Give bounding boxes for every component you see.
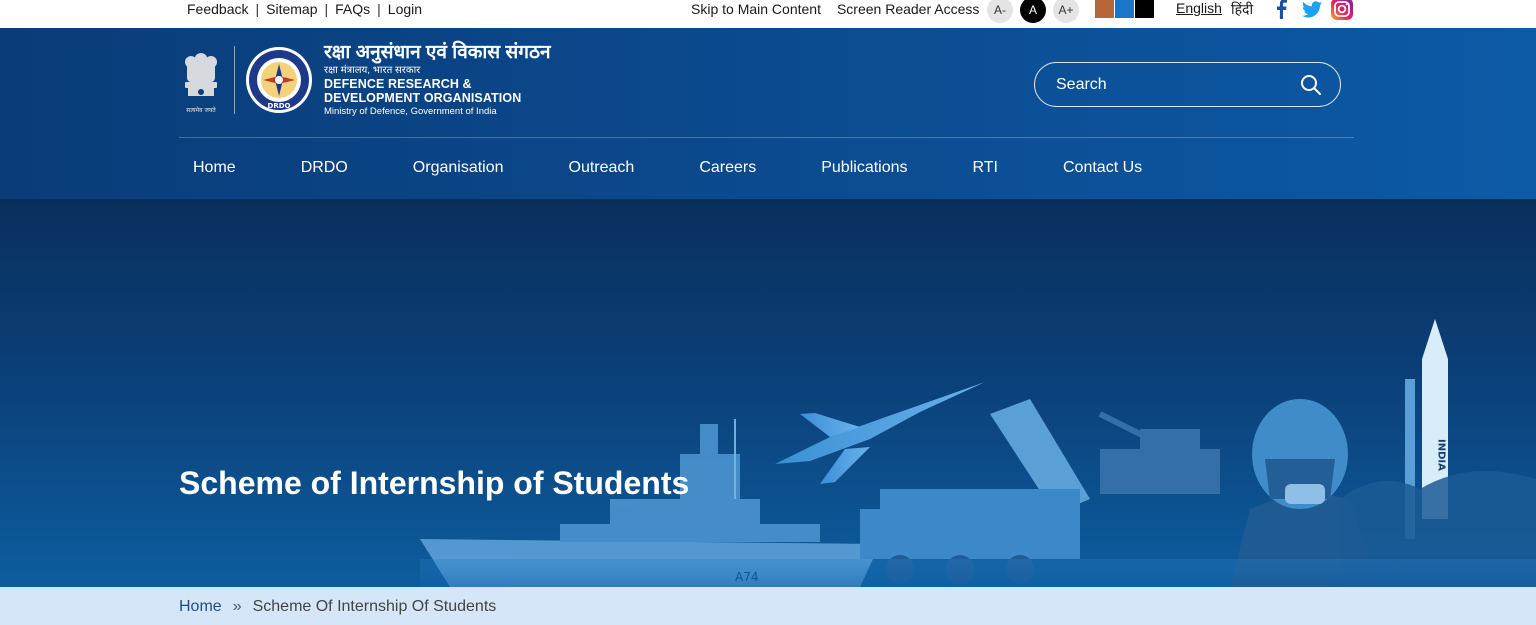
ministry-hindi: रक्षा मंत्रालय, भारत सरकार (324, 65, 421, 76)
logo-divider (234, 46, 235, 114)
missile-text: INDIA (1436, 439, 1447, 471)
separator: | (377, 1, 381, 17)
font-normal-button[interactable]: A (1020, 0, 1046, 23)
sitemap-link[interactable]: Sitemap (266, 1, 317, 17)
accessibility-links: Skip to Main Content Screen Reader Acces… (691, 0, 979, 18)
org-name-english-line2: DEVELOPMENT ORGANISATION (324, 91, 522, 105)
radar-vehicle-image (860, 399, 1090, 583)
separator: | (255, 1, 260, 17)
header-divider (179, 137, 1354, 138)
theme-blue-swatch[interactable] (1115, 0, 1134, 18)
nav-rti[interactable]: RTI (973, 159, 998, 177)
feedback-link[interactable]: Feedback (187, 1, 248, 17)
login-link[interactable]: Login (388, 1, 422, 17)
breadcrumb-home-link[interactable]: Home (179, 598, 222, 616)
nav-contact-us[interactable]: Contact Us (1063, 159, 1142, 177)
separator: | (324, 1, 329, 17)
search-icon[interactable] (1300, 74, 1322, 96)
facebook-icon[interactable] (1270, 0, 1292, 20)
language-english-link[interactable]: English (1176, 0, 1222, 16)
screen-reader-link[interactable]: Screen Reader Access (837, 1, 979, 17)
skip-to-main-link[interactable]: Skip to Main Content (691, 1, 821, 17)
org-name-english-line1: DEFENCE RESEARCH & (324, 77, 472, 91)
twitter-icon[interactable] (1301, 0, 1323, 20)
instagram-icon[interactable] (1331, 0, 1353, 20)
theme-orange-swatch[interactable] (1095, 0, 1114, 18)
emblem-motto: सत्यमेव जयते (186, 106, 216, 114)
language-hindi-link[interactable]: हिंदी (1231, 0, 1253, 19)
search-input[interactable] (1056, 75, 1296, 94)
nav-organisation[interactable]: Organisation (413, 159, 504, 177)
tank-image (1098, 411, 1220, 494)
theme-black-swatch[interactable] (1135, 0, 1154, 18)
breadcrumb: Home » Scheme Of Internship Of Students (179, 598, 496, 616)
font-decrease-button[interactable]: A- (987, 0, 1013, 23)
drdo-seal-logo[interactable]: DRDO (245, 46, 313, 114)
utility-links: Feedback | Sitemap | FAQs | Login (187, 0, 422, 18)
national-emblem-logo[interactable]: सत्यमेव जयते (180, 48, 222, 116)
defence-collage-image: A74 (420, 319, 1536, 587)
breadcrumb-bar: Home » Scheme Of Internship Of Students (0, 587, 1536, 625)
font-increase-button[interactable]: A+ (1053, 0, 1079, 23)
faqs-link[interactable]: FAQs (335, 1, 370, 17)
nav-publications[interactable]: Publications (821, 159, 907, 177)
hero-banner: A74 (0, 199, 1536, 587)
fighter-jet-image (775, 382, 985, 484)
nav-home[interactable]: Home (193, 159, 236, 177)
ministry-english: Ministry of Defence, Government of India (324, 106, 497, 117)
site-header: सत्यमेव जयते DRDO रक्षा अनुसंधान एवं विक… (0, 28, 1536, 199)
seal-text: DRDO (268, 102, 291, 110)
top-utility-bar: Feedback | Sitemap | FAQs | Login Skip t… (0, 0, 1536, 28)
organisation-title: रक्षा अनुसंधान एवं विकास संगठन रक्षा मंत… (324, 42, 551, 118)
breadcrumb-separator: » (232, 598, 242, 615)
org-name-hindi: रक्षा अनुसंधान एवं विकास संगठन (324, 42, 551, 63)
page-title: Scheme of Internship of Students (179, 465, 690, 501)
main-navigation: Home DRDO Organisation Outreach Careers … (179, 151, 1142, 185)
nav-drdo[interactable]: DRDO (301, 159, 348, 177)
nav-outreach[interactable]: Outreach (569, 159, 635, 177)
breadcrumb-current: Scheme Of Internship Of Students (252, 598, 497, 615)
nav-careers[interactable]: Careers (699, 159, 756, 177)
search-box (1034, 62, 1341, 107)
